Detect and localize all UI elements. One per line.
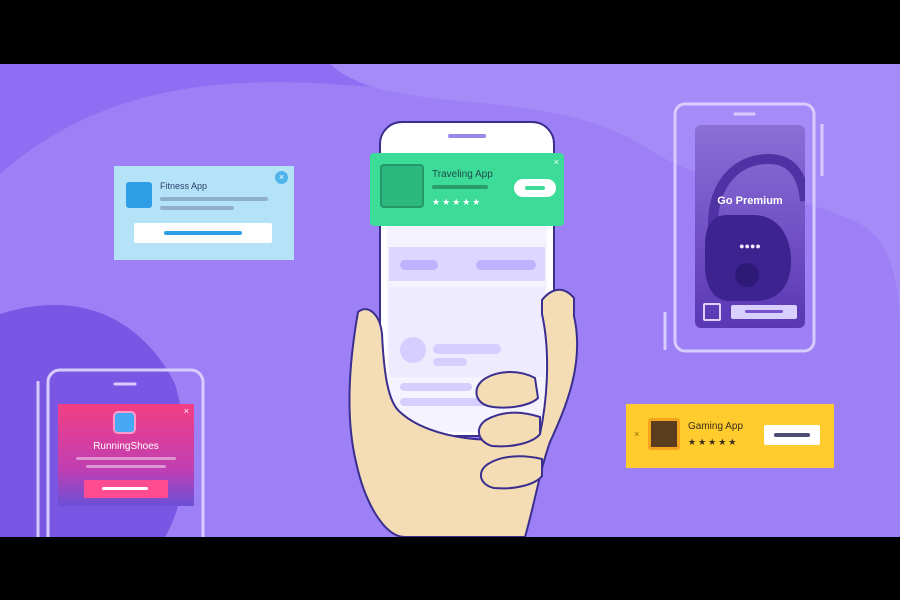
bottom-letterbox <box>0 537 900 600</box>
running-button[interactable] <box>84 480 168 498</box>
headphones-icon <box>705 153 805 301</box>
map-pin-icon <box>380 164 424 208</box>
running-shoes-card[interactable]: RunningShoes × <box>58 404 194 506</box>
fitness-app-button[interactable] <box>134 223 272 243</box>
fitness-app-title: Fitness App <box>160 181 208 191</box>
running-line-1 <box>76 457 176 460</box>
traveling-app-button[interactable] <box>514 179 556 197</box>
hero-illustration: Fitness App × Traveling App ★★★★★ × × Ga… <box>0 64 900 537</box>
fitness-icon <box>126 182 152 208</box>
traveling-close-icon[interactable]: × <box>554 157 559 167</box>
gaming-app-button[interactable] <box>764 425 820 445</box>
premium-dots: ●●●● <box>739 241 761 251</box>
top-letterbox <box>0 0 900 64</box>
fitness-line-1 <box>160 197 268 201</box>
shoe-icon <box>113 411 136 434</box>
fitness-app-card[interactable]: Fitness App × <box>114 166 294 260</box>
traveling-line-1 <box>432 185 488 189</box>
gaming-app-card[interactable]: × Gaming App ★★★★★ <box>626 404 834 468</box>
gear-icon <box>703 303 721 321</box>
fitness-line-2 <box>160 206 234 210</box>
fitness-close-icon[interactable]: × <box>275 171 288 184</box>
cards-icon <box>648 418 680 450</box>
premium-card[interactable]: Go Premium ●●●● <box>695 125 805 328</box>
traveling-app-title: Traveling App <box>432 169 493 180</box>
premium-button[interactable] <box>731 305 797 319</box>
premium-title: Go Premium <box>717 195 783 207</box>
running-close-icon[interactable]: × <box>184 406 189 416</box>
running-line-2 <box>86 465 166 468</box>
gaming-close-icon[interactable]: × <box>634 429 639 439</box>
running-title: RunningShoes <box>93 441 159 452</box>
gaming-app-title: Gaming App <box>688 421 744 432</box>
traveling-app-card[interactable]: Traveling App ★★★★★ × <box>370 153 564 226</box>
traveling-rating: ★★★★★ <box>432 197 483 207</box>
gaming-rating: ★★★★★ <box>688 437 739 447</box>
